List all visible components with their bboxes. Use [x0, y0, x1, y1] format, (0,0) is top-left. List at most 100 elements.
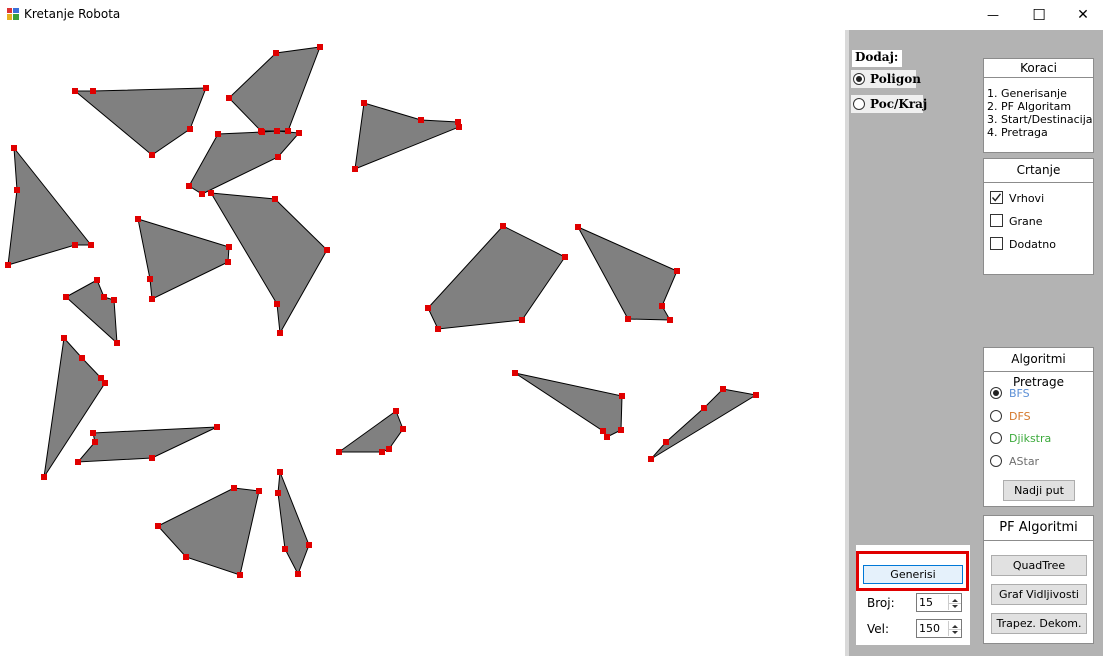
broj-value[interactable]: 15: [919, 596, 933, 609]
vertex-marker: [352, 166, 358, 172]
grane-checkbox[interactable]: [990, 214, 1003, 227]
vel-spin-arrows[interactable]: [948, 621, 961, 636]
graf-vidljivosti-button[interactable]: Graf Vidljivosti: [991, 584, 1087, 605]
astar-radio[interactable]: [990, 455, 1002, 467]
vertex-marker: [231, 485, 237, 491]
vertex-marker: [285, 128, 291, 134]
vertex-marker: [101, 294, 107, 300]
vertex-marker: [273, 50, 279, 56]
drawing-canvas[interactable]: [0, 30, 845, 656]
vertex-marker: [674, 268, 680, 274]
vertex-marker: [61, 335, 67, 341]
obstacle-polygon: [337, 410, 404, 453]
poligon-label: Poligon: [870, 72, 921, 86]
vertex-marker: [111, 297, 117, 303]
vertex-marker: [79, 355, 85, 361]
vertex-marker: [379, 449, 385, 455]
vertex-marker: [295, 571, 301, 577]
minimize-button[interactable]: —: [970, 0, 1016, 30]
crtanje-panel: Crtanje Vrhovi Grane Dodatno: [983, 158, 1094, 275]
vertex-marker: [663, 439, 669, 445]
vertex-marker: [237, 572, 243, 578]
bfs-radio[interactable]: [990, 387, 1002, 399]
vertex-marker: [203, 85, 209, 91]
vertex-marker: [94, 277, 100, 283]
obstacle-polygon: [73, 87, 207, 156]
maximize-button[interactable]: ☐: [1016, 0, 1062, 30]
vertex-marker: [14, 187, 20, 193]
vertex-marker: [90, 430, 96, 436]
astar-radio-option[interactable]: AStar: [990, 454, 1090, 470]
vel-stepper[interactable]: 150: [916, 619, 962, 638]
djikstra-radio[interactable]: [990, 432, 1002, 444]
vel-value[interactable]: 150: [919, 622, 940, 635]
vertex-marker: [425, 305, 431, 311]
pf-panel: PF Algoritmi QuadTree Graf Vidljivosti T…: [983, 515, 1094, 644]
vrhovi-checkbox[interactable]: [990, 191, 1003, 204]
vertex-marker: [296, 130, 302, 136]
vertex-marker: [648, 456, 654, 462]
vertex-marker: [386, 446, 392, 452]
broj-spin-arrows[interactable]: [948, 595, 961, 610]
pf-title: PF Algoritmi: [984, 516, 1093, 541]
poligon-radio[interactable]: [853, 73, 865, 85]
spin-arrows-icon: [949, 599, 961, 608]
pretraga-title: Algoritmi Pretrage: [984, 348, 1093, 389]
vertex-marker: [114, 340, 120, 346]
vertex-marker: [575, 224, 581, 230]
generisi-button[interactable]: Generisi: [863, 565, 963, 584]
vertex-marker: [393, 408, 399, 414]
obstacle-polygon: [650, 388, 758, 460]
vrhovi-checkbox-option[interactable]: Vrhovi: [990, 191, 1090, 207]
vertex-marker: [512, 370, 518, 376]
title-bar: Kretanje Robota — ☐ ✕: [0, 0, 1103, 30]
pockraj-radio-option[interactable]: Poc/Kraj: [851, 95, 927, 113]
vertex-marker: [435, 326, 441, 332]
vertex-marker: [336, 449, 342, 455]
vertex-marker: [277, 330, 283, 336]
obstacle-polygon: [7, 146, 93, 266]
poligon-radio-option[interactable]: Poligon: [851, 70, 921, 88]
obstacle-polygon: [228, 46, 321, 132]
dodatno-checkbox[interactable]: [990, 237, 1003, 250]
step-item: 1. Generisanje: [987, 87, 1067, 100]
dodatno-checkbox-option[interactable]: Dodatno: [990, 237, 1090, 253]
grane-checkbox-option[interactable]: Grane: [990, 214, 1090, 230]
obstacle-polygons: [7, 46, 758, 576]
vertex-marker: [208, 190, 214, 196]
vertex-marker: [500, 223, 506, 229]
broj-stepper[interactable]: 15: [916, 593, 962, 612]
koraci-title: Koraci: [984, 59, 1093, 78]
bfs-radio-option[interactable]: BFS: [990, 386, 1090, 402]
minimize-icon: —: [987, 8, 999, 22]
vrhovi-label: Vrhovi: [1009, 192, 1045, 205]
vertex-marker: [275, 490, 281, 496]
obstacle-polygon: [157, 487, 260, 576]
obstacle-polygon: [137, 218, 230, 300]
djikstra-radio-option[interactable]: Djikstra: [990, 431, 1090, 447]
vertex-marker: [147, 276, 153, 282]
vertex-marker: [11, 145, 17, 151]
nadji-put-button[interactable]: Nadji put: [1003, 480, 1075, 501]
vertex-marker: [226, 95, 232, 101]
close-button[interactable]: ✕: [1060, 0, 1103, 30]
vertex-marker: [720, 386, 726, 392]
vertex-marker: [275, 154, 281, 160]
vertex-marker: [274, 128, 280, 134]
vertex-marker: [187, 126, 193, 132]
vertex-marker: [149, 455, 155, 461]
vertex-marker: [361, 100, 367, 106]
koraci-steps: 1. Generisanje 2. PF Algoritam 3. Start/…: [987, 87, 1093, 139]
vertex-marker: [259, 129, 265, 135]
trapez-dekom-button[interactable]: Trapez. Dekom.: [991, 613, 1087, 634]
vertex-marker: [604, 434, 610, 440]
quadtree-button[interactable]: QuadTree: [991, 555, 1087, 576]
step-item: 4. Pretraga: [987, 126, 1048, 139]
dfs-label: DFS: [1009, 410, 1031, 423]
dfs-radio[interactable]: [990, 410, 1002, 422]
pockraj-radio[interactable]: [853, 98, 865, 110]
pockraj-label: Poc/Kraj: [870, 97, 928, 111]
vertex-marker: [274, 301, 280, 307]
dfs-radio-option[interactable]: DFS: [990, 409, 1090, 425]
generate-panel: Generisi Broj: 15 Vel: 150: [856, 545, 970, 645]
